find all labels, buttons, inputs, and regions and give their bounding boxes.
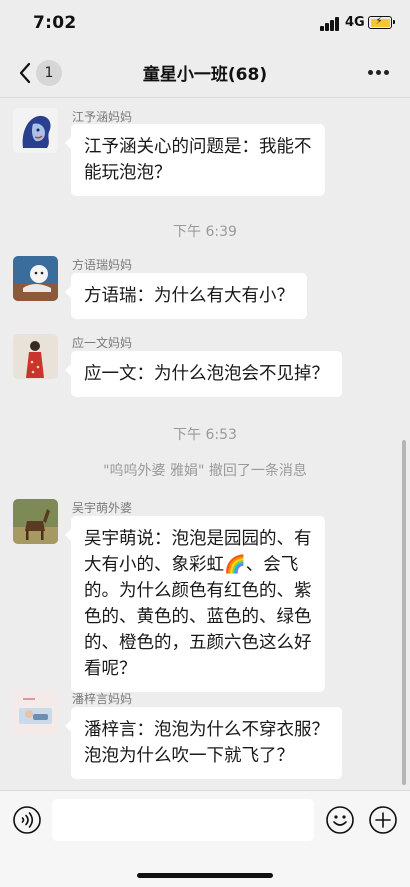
chat-title[interactable]: 童星小一班(68) — [0, 60, 410, 85]
message-input[interactable] — [52, 799, 314, 841]
message-bubble[interactable]: 吴宇萌说：泡泡是园园的、有 大有小的、象彩虹🌈、会飞 的。为什么颜色有红色的、紫… — [65, 516, 325, 692]
status-time: 7:02 — [33, 13, 77, 33]
avatar[interactable] — [13, 690, 58, 735]
plus-icon[interactable] — [368, 805, 398, 835]
sender-name: 江予涵妈妈 — [72, 110, 133, 124]
avatar[interactable] — [13, 499, 58, 544]
message-bubble[interactable]: 潘梓言：泡泡为什么不穿衣服？ 泡泡为什么吹一下就飞了？ — [65, 707, 342, 779]
message-bubble[interactable]: 江予涵关心的问题是：我能不 能玩泡泡？ — [65, 124, 325, 196]
voice-icon[interactable] — [12, 805, 42, 835]
message-bubble[interactable]: 方语瑞：为什么有大有小？ — [65, 273, 307, 319]
network-label: 4G — [345, 15, 365, 30]
avatar[interactable] — [13, 108, 58, 153]
timestamp: 下午 6:53 — [173, 427, 237, 443]
message-bubble[interactable]: 应一文：为什么泡泡会不见掉？ — [65, 351, 342, 397]
sender-name: 应一文妈妈 — [72, 336, 133, 350]
scrollbar[interactable] — [402, 440, 406, 785]
recall-notice: "呜呜外婆 雅娟" 撤回了一条消息 — [103, 463, 307, 479]
status-bar: 7:02 4G ⚡ — [0, 0, 410, 48]
chat-header: 1 童星小一班(68) — [0, 48, 410, 98]
sender-name: 方语瑞妈妈 — [72, 258, 133, 272]
home-indicator[interactable] — [137, 873, 273, 878]
emoji-icon[interactable] — [325, 805, 355, 835]
avatar[interactable] — [13, 334, 58, 379]
battery-icon: ⚡ — [368, 16, 395, 29]
signal-icon — [320, 17, 340, 31]
sender-name: 潘梓言妈妈 — [72, 692, 133, 706]
avatar[interactable] — [13, 256, 58, 301]
sender-name: 吴宇萌外婆 — [72, 501, 133, 515]
timestamp: 下午 6:39 — [173, 224, 237, 240]
more-dots-icon[interactable] — [368, 70, 390, 76]
